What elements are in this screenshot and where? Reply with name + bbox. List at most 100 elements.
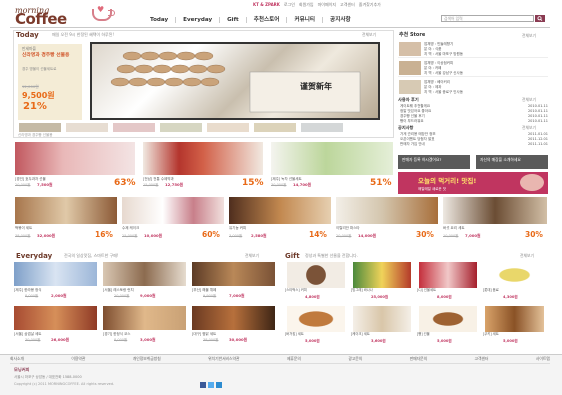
deal-card[interactable]: 버섯 요리 세트 10,000원 7,000원 30% bbox=[441, 197, 548, 245]
nav-store[interactable]: 추천스토어 bbox=[245, 17, 287, 24]
everyday-card[interactable]: [부산] 해물 뷔페 9,900원 7,000원 bbox=[191, 262, 276, 304]
review-row[interactable]: 빵이 부드러워요 2010.01.11 bbox=[400, 119, 548, 124]
today-more-link[interactable]: 전체보기 bbox=[362, 32, 376, 37]
thumb-7[interactable] bbox=[300, 122, 344, 133]
footer-link[interactable]: 개인정보취급방침 bbox=[133, 356, 161, 361]
review-subject: 빵이 부드러워요 bbox=[400, 119, 424, 123]
deal-image bbox=[271, 142, 393, 175]
footer-link[interactable]: 고객센터 bbox=[475, 356, 489, 361]
notice-more-link[interactable]: 전체보기 bbox=[522, 125, 536, 130]
deal-card[interactable]: [제주] 녹차 선물세트 30,000원 14,700원 51% bbox=[269, 142, 396, 192]
footer-link[interactable]: 제휴문의 bbox=[287, 356, 301, 361]
promo-desc: 경주 명물이 선물세트로 bbox=[22, 67, 57, 71]
gift-card[interactable]: [스타벅스] 커피 4,800원 bbox=[283, 262, 349, 304]
gift-price: 3,600원 bbox=[371, 339, 386, 343]
main-nav: Today Everyday Gift 추천스토어 커뮤니티 공지사항 bbox=[143, 17, 358, 24]
footer-divider bbox=[0, 354, 562, 355]
gift-subtitle: 정성과 특별한 선물을 전합니다. bbox=[305, 253, 358, 258]
logo-line2[interactable]: Coffee bbox=[15, 10, 67, 28]
thumb-4[interactable] bbox=[159, 122, 203, 133]
search-button[interactable] bbox=[535, 15, 545, 22]
thumb-2[interactable] bbox=[65, 122, 109, 133]
deal-discount: 14% bbox=[309, 230, 327, 239]
notice-row[interactable]: 판매자 가입 안내 2011.11.01 bbox=[400, 142, 548, 147]
nav-notice[interactable]: 공지사항 bbox=[322, 17, 358, 24]
gift-image bbox=[485, 306, 544, 332]
thumb-3[interactable] bbox=[112, 122, 156, 133]
gift-price: 5,000원 bbox=[437, 339, 452, 343]
footer-link[interactable]: 회사소개 bbox=[10, 356, 24, 361]
gift-price: 4,300원 bbox=[503, 295, 518, 299]
gift-card[interactable]: [CJ] 선물세트 8,000원 bbox=[415, 262, 481, 304]
everyday-card[interactable]: [서울] 삼겹살 세트 30,000원 26,000원 bbox=[13, 306, 98, 348]
deal-card[interactable]: [전남] 전통 수제약과 15,000원 12,750원 15% bbox=[141, 142, 266, 192]
store-item[interactable]: 업체명 : 이상점커피 분 야 : 카페 지 역 : 서울 강남구 신사동 bbox=[398, 59, 548, 77]
everyday-card[interactable]: [대구] 찜닭 세트 38,000원 30,000원 bbox=[191, 306, 276, 348]
everyday-old-price: 9,900원 bbox=[203, 294, 217, 298]
store-title: 추천 Store bbox=[399, 32, 426, 38]
footer-link[interactable]: 광고문의 bbox=[348, 356, 362, 361]
promo-price-old: 12,000원 bbox=[22, 84, 39, 89]
nav-today[interactable]: Today bbox=[143, 17, 175, 23]
gift-card[interactable]: [빵] 선물 5,000원 bbox=[415, 306, 481, 348]
gift-caption: [빙그레] 바나나 bbox=[351, 288, 373, 292]
facebook-icon[interactable] bbox=[200, 382, 206, 388]
seller-register-button[interactable]: 판매자 등록 하시겠어요? bbox=[398, 155, 470, 169]
thumb-6[interactable] bbox=[253, 122, 297, 133]
me2day-icon[interactable] bbox=[216, 382, 222, 388]
footer-link[interactable]: 판매자문의 bbox=[410, 356, 427, 361]
store-item[interactable]: 업체명 : 베이커리 분 야 : 제과 지 역 : 서울 종로구 인사동 bbox=[398, 78, 548, 96]
header-divider bbox=[10, 27, 550, 28]
thumb-1[interactable] bbox=[18, 122, 62, 133]
store-item[interactable]: 업체명 : 민들레향기 분 야 : 식품 지 역 : 서울 마포구 망원동 bbox=[398, 40, 548, 58]
gift-more-link[interactable]: 전체보기 bbox=[520, 253, 534, 258]
twitter-icon[interactable] bbox=[208, 382, 214, 388]
gift-card[interactable]: [롯데] 음료 4,300원 bbox=[481, 262, 548, 304]
gift-price: 8,000원 bbox=[437, 295, 452, 299]
everyday-card[interactable]: [서울] 레스토랑 런치 20,000원 9,000원 bbox=[102, 262, 187, 304]
top-link-ktzpark[interactable]: KT & ZPARK bbox=[253, 2, 280, 8]
top-link-bookmark[interactable]: 즐겨찾기추가 bbox=[359, 2, 381, 8]
search-input[interactable]: 검색어 입력 bbox=[441, 15, 534, 22]
deal-card[interactable]: 수제 케이크 25,000원 10,000원 60% bbox=[120, 197, 225, 245]
social-icons bbox=[200, 382, 222, 388]
today-subtitle: 매일 오전 9시 한정된 혜택이 하루된! bbox=[52, 32, 115, 37]
gift-card[interactable]: [케이크] 세트 3,600원 bbox=[349, 306, 415, 348]
thumb-5[interactable] bbox=[206, 122, 250, 133]
top-link-login[interactable]: 로그인 bbox=[284, 2, 295, 8]
gift-card[interactable]: [버거킹] 세트 5,000원 bbox=[283, 306, 349, 348]
footer-link[interactable]: 위치기반서비스약관 bbox=[208, 356, 239, 361]
gift-caption: [버거킹] 세트 bbox=[285, 332, 304, 336]
nav-everyday[interactable]: Everyday bbox=[175, 17, 219, 24]
nav-gift[interactable]: Gift bbox=[219, 17, 246, 24]
everyday-card[interactable]: [경기] 한정식 코스 8,000원 3,000원 bbox=[102, 306, 187, 348]
gift-image bbox=[287, 306, 345, 332]
store-intro-button[interactable]: 자신의 매장을 소개하세요 bbox=[476, 155, 548, 169]
top-link-join[interactable]: 회원가입 bbox=[299, 2, 314, 8]
store-more-link[interactable]: 전체보기 bbox=[522, 33, 536, 38]
everyday-old-price: 20,000원 bbox=[114, 294, 130, 298]
everyday-old-price: 30,000원 bbox=[25, 338, 41, 342]
footer-copyright: Copyright (c) 2011 MORNINGCOFFEE. All ri… bbox=[14, 382, 115, 386]
deal-caption: 수제 케이크 bbox=[122, 226, 140, 230]
gift-card[interactable]: [빙그레] 바나나 25,000원 bbox=[349, 262, 415, 304]
deal-price: 14,000원 bbox=[358, 233, 377, 238]
footer-link[interactable]: 이용약관 bbox=[71, 356, 85, 361]
gift-card[interactable]: [쿠키] 세트 5,000원 bbox=[481, 306, 548, 348]
nav-community[interactable]: 커뮤니티 bbox=[286, 17, 322, 24]
deal-card[interactable]: 이탈리안 파스타 20,000원 14,000원 30% bbox=[334, 197, 439, 245]
deal-card[interactable]: 유기농 커피 3,000원 2,580원 14% bbox=[227, 197, 332, 245]
everyday-price: 26,000원 bbox=[51, 337, 70, 342]
promo-discount: 21% bbox=[23, 101, 47, 112]
top-link-cs[interactable]: 고객센터 bbox=[340, 2, 355, 8]
everyday-more-link[interactable]: 전체보기 bbox=[245, 253, 259, 258]
review-more-link[interactable]: 전체보기 bbox=[522, 97, 536, 102]
footer-link[interactable]: 사이트맵 bbox=[536, 356, 550, 361]
deal-price: 2,580원 bbox=[251, 233, 267, 238]
top-link-mypage[interactable]: 마이페이지 bbox=[318, 2, 336, 8]
everyday-card[interactable]: [제주] 한라봉 정식 8,000원 2,000원 bbox=[13, 262, 98, 304]
deal-price: 7,000원 bbox=[465, 233, 481, 238]
deal-card[interactable]: 떡볶이 세트 38,000원 32,000원 16% bbox=[13, 197, 118, 245]
gift-caption: [빵] 선물 bbox=[417, 332, 430, 336]
deal-card[interactable]: [경인] 호두과자 선물 20,000원 7,500원 63% bbox=[13, 142, 138, 192]
